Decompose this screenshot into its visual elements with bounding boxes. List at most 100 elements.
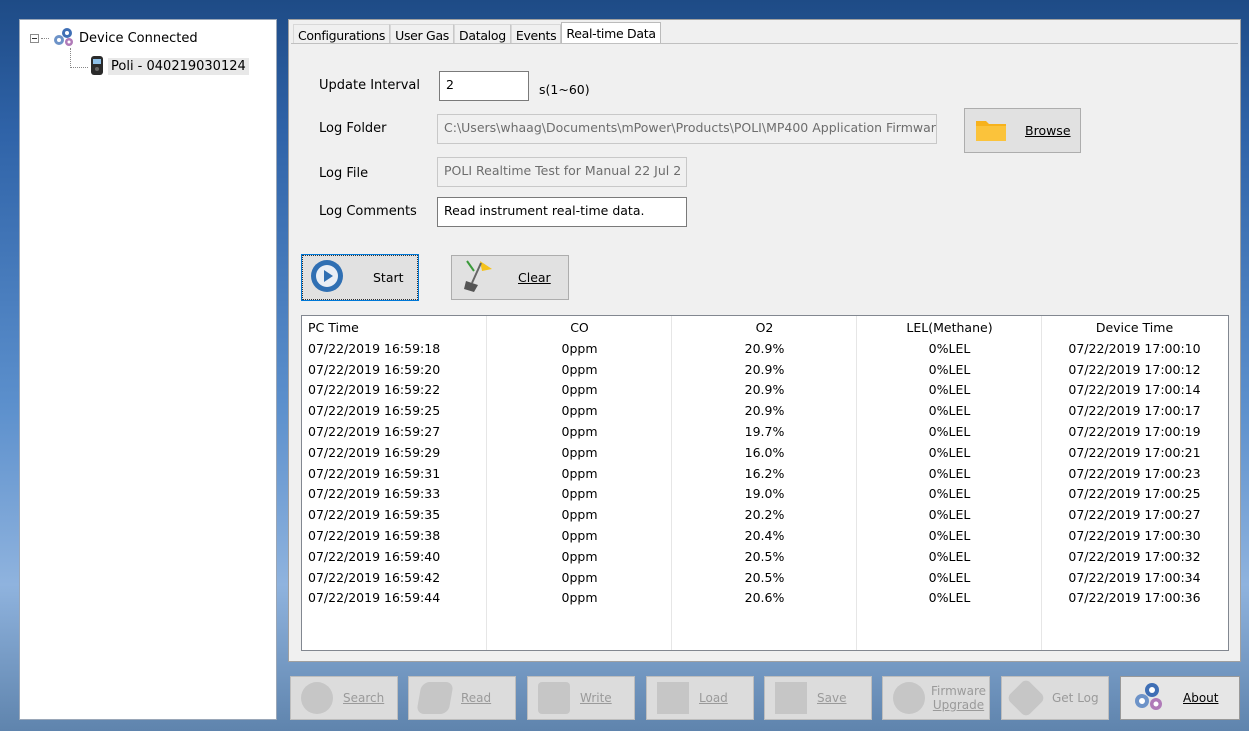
- table-row[interactable]: 07/22/2019 16:59:42 0ppm 20.5% 0%LEL 07/22/2…: [302, 568, 1228, 589]
- save-label: Save: [817, 691, 847, 705]
- device-tree-panel[interactable]: Device Connected Poli - 040219030124: [19, 19, 277, 720]
- write-label: Write: [580, 691, 612, 705]
- table-cell: 07/22/2019 16:59:29: [308, 444, 441, 460]
- clear-button[interactable]: Clear: [451, 255, 569, 300]
- about-label: About: [1183, 691, 1219, 705]
- log-comments-label: Log Comments: [319, 204, 417, 219]
- log-comments-input[interactable]: Read instrument real-time data.: [437, 197, 687, 227]
- table-row[interactable]: 07/22/2019 16:59:38 0ppm 20.4% 0%LEL 07/22/2…: [302, 526, 1228, 547]
- table-cell: 0%LEL: [928, 424, 971, 439]
- table-cell: 07/22/2019 16:59:25: [308, 403, 441, 419]
- table-cell: 0ppm: [561, 382, 598, 398]
- magnifier-icon: [301, 682, 333, 714]
- tab-events[interactable]: Events: [510, 24, 562, 44]
- table-cell: 0%LEL: [928, 569, 971, 585]
- table-cell: 0ppm: [561, 548, 598, 564]
- header-co[interactable]: CO: [487, 318, 672, 339]
- collapse-icon[interactable]: [30, 33, 39, 43]
- table-row[interactable]: 07/22/2019 16:59:22 0ppm 20.9% 0%LEL 07/22/2…: [302, 380, 1228, 401]
- table-cell: 07/22/2019 16:59:35: [308, 507, 441, 523]
- table-cell: 0ppm: [561, 569, 598, 585]
- save-icon: [775, 682, 807, 714]
- start-button[interactable]: Start: [301, 254, 419, 301]
- log-folder-label: Log Folder: [319, 121, 387, 136]
- gears-icon: [1131, 680, 1165, 717]
- update-interval-unit: s(1~60): [539, 82, 590, 97]
- broom-icon: [462, 259, 496, 296]
- table-cell: 0%LEL: [928, 382, 971, 398]
- search-label: Search: [343, 691, 385, 705]
- table-cell: 07/22/2019 17:00:10: [1068, 340, 1201, 356]
- load-button[interactable]: Load: [646, 676, 754, 720]
- tab-bar: Configurations User Gas Datalog Events R…: [293, 22, 661, 44]
- load-label: Load: [699, 691, 728, 705]
- table-cell: 07/22/2019 16:59:42: [308, 569, 441, 585]
- table-cell: 0%LEL: [928, 507, 971, 523]
- table-row[interactable]: 07/22/2019 16:59:18 0ppm 20.9% 0%LEL 07/22/2…: [302, 339, 1228, 360]
- realtime-data-grid[interactable]: PC Time CO O2 LEL(Methane) Device Time 0…: [301, 315, 1229, 651]
- table-cell: 0%LEL: [928, 361, 971, 377]
- table-cell: 19.7%: [744, 424, 785, 439]
- table-cell: 0%LEL: [928, 340, 971, 356]
- table-row[interactable]: 07/22/2019 16:59:29 0ppm 16.0% 0%LEL 07/22/2…: [302, 443, 1228, 464]
- get-log-button[interactable]: Get Log: [1001, 676, 1109, 720]
- search-button[interactable]: Search: [290, 676, 398, 720]
- gears-icon: [51, 26, 75, 51]
- table-cell: 20.9%: [744, 340, 785, 356]
- table-cell: 07/22/2019 17:00:14: [1068, 382, 1201, 398]
- table-cell: 0%LEL: [928, 590, 971, 606]
- header-lel[interactable]: LEL(Methane): [857, 318, 1042, 339]
- read-label: Read: [461, 691, 492, 705]
- table-row[interactable]: 07/22/2019 16:59:31 0ppm 16.2% 0%LEL 07/22/2…: [302, 464, 1228, 485]
- table-row[interactable]: 07/22/2019 16:59:40 0ppm 20.5% 0%LEL 07/22/2…: [302, 547, 1228, 568]
- table-row[interactable]: 07/22/2019 16:59:20 0ppm 20.9% 0%LEL 07/22/2…: [302, 360, 1228, 381]
- header-device-time[interactable]: Device Time: [1042, 318, 1227, 339]
- table-cell: 0%LEL: [928, 528, 971, 543]
- firmware-label-line1: Firmware: [931, 684, 986, 698]
- table-cell: 07/22/2019 17:00:17: [1068, 403, 1201, 419]
- table-cell: 07/22/2019 16:59:33: [308, 486, 441, 502]
- tab-user-gas[interactable]: User Gas: [390, 24, 455, 44]
- log-folder-field: C:\Users\whaag\Documents\mPower\Products…: [437, 114, 937, 144]
- read-button[interactable]: Read: [408, 676, 516, 720]
- table-cell: 20.9%: [744, 361, 785, 377]
- get-log-icon: [1006, 678, 1046, 718]
- table-cell: 16.0%: [744, 444, 785, 460]
- table-cell: 0ppm: [561, 444, 598, 460]
- tree-root-node[interactable]: Device Connected: [30, 26, 198, 51]
- table-cell: 0%LEL: [928, 465, 971, 481]
- firmware-upgrade-button[interactable]: Firmware Upgrade: [882, 676, 990, 720]
- table-cell: 07/22/2019 16:59:31: [308, 465, 441, 481]
- table-cell: 0ppm: [561, 361, 598, 377]
- table-cell: 07/22/2019 16:59:44: [308, 590, 441, 606]
- table-cell: 07/22/2019 17:00:25: [1068, 486, 1201, 502]
- update-interval-input[interactable]: 2: [439, 71, 529, 101]
- table-row[interactable]: 07/22/2019 16:59:25 0ppm 20.9% 0%LEL 07/22/2…: [302, 401, 1228, 422]
- table-header-row: PC Time CO O2 LEL(Methane) Device Time: [302, 318, 1228, 339]
- table-row[interactable]: 07/22/2019 16:59:33 0ppm 19.0% 0%LEL 07/22/2…: [302, 484, 1228, 505]
- table-cell: 07/22/2019 17:00:36: [1068, 590, 1201, 606]
- header-pc-time[interactable]: PC Time: [302, 318, 487, 339]
- tab-datalog[interactable]: Datalog: [454, 24, 511, 44]
- tab-configurations[interactable]: Configurations: [293, 24, 391, 44]
- tree-device-node[interactable]: Poli - 040219030124: [90, 55, 249, 76]
- header-o2[interactable]: O2: [672, 318, 857, 339]
- table-row[interactable]: 07/22/2019 16:59:27 0ppm 19.7% 0%LEL 07/22/2…: [302, 422, 1228, 443]
- load-icon: [657, 682, 689, 714]
- table-row[interactable]: 07/22/2019 16:59:44 0ppm 20.6% 0%LEL 07/22/2…: [302, 588, 1228, 609]
- about-button[interactable]: About: [1120, 676, 1240, 720]
- write-icon: [538, 682, 570, 714]
- log-file-label: Log File: [319, 166, 369, 181]
- table-cell: 20.9%: [744, 403, 785, 419]
- table-cell: 20.5%: [744, 548, 785, 564]
- log-file-field: POLI Realtime Test for Manual 22 Jul 2: [437, 157, 687, 187]
- tab-real-time-data[interactable]: Real-time Data: [561, 22, 661, 44]
- firmware-label-line2: Upgrade: [932, 698, 985, 712]
- browse-button[interactable]: Browse: [964, 108, 1081, 153]
- firmware-icon: [893, 682, 925, 714]
- save-button[interactable]: Save: [764, 676, 872, 720]
- table-row[interactable]: 07/22/2019 16:59:35 0ppm 20.2% 0%LEL 07/22/2…: [302, 505, 1228, 526]
- table-cell: 16.2%: [744, 465, 785, 481]
- table-cell: 20.4%: [744, 528, 785, 543]
- write-button[interactable]: Write: [527, 676, 635, 720]
